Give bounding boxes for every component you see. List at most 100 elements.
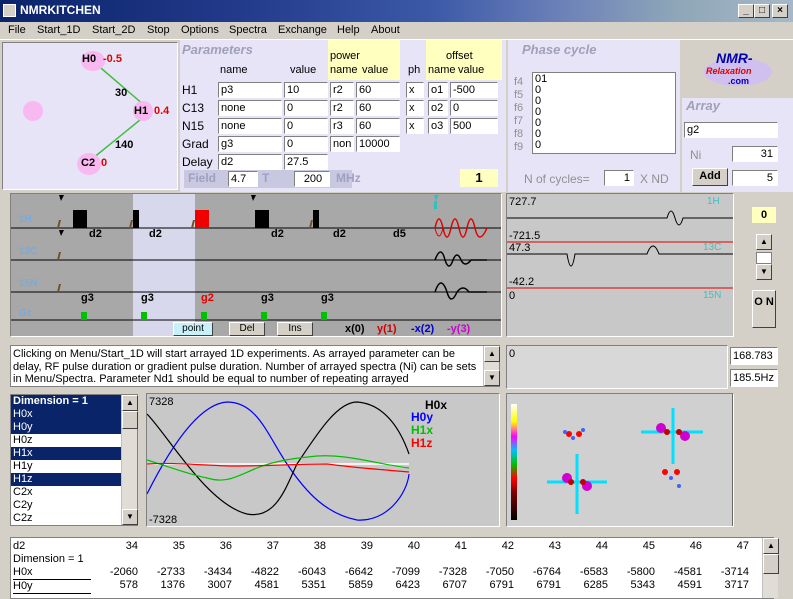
menu-help[interactable]: Help [337,24,360,36]
phase-cycle-textarea[interactable]: 01 0 0 0 0 0 0 [532,72,676,154]
insert-button[interactable]: Ins [277,322,313,336]
spin-down-button[interactable]: ▼ [756,264,772,280]
ncycles-field[interactable]: 1 [604,170,634,186]
c13-power-value-field[interactable]: 60 [356,100,400,116]
menu-exchange[interactable]: Exchange [278,24,327,36]
scroll-up-icon[interactable]: ▲ [122,395,138,411]
c13-offset-name-field[interactable]: o2 [428,100,448,116]
spin-up-button[interactable]: ▲ [756,234,772,250]
list-item[interactable]: H1z [11,473,137,486]
list-item[interactable]: C2x [11,486,137,499]
c13-name-field[interactable]: none [218,100,282,116]
h1-offset-name-field[interactable]: o1 [428,82,448,98]
info-scrollbar[interactable]: ▲ ▼ [483,346,500,386]
c13-value-field[interactable]: 0 [284,100,328,116]
list-item[interactable]: H0z [11,434,137,447]
point-button[interactable]: point [173,322,213,336]
field-value[interactable]: 4.7 [228,171,258,187]
h1-offset-value-field[interactable]: -500 [450,82,498,98]
list-scrollbar[interactable]: ▲ ▼ [121,395,138,525]
h1-power-name-field[interactable]: r2 [330,82,354,98]
array-param-field[interactable]: g2 [684,122,778,138]
delay-label[interactable]: d5 [393,228,406,240]
table-cell-h0x: -7328 [438,566,467,578]
scroll-thumb[interactable] [122,411,138,429]
h1-power-value-field[interactable]: 60 [356,82,400,98]
c13-offset-value-field[interactable]: 0 [450,100,498,116]
grad-power-value-field[interactable]: 10000 [356,136,400,152]
n15-name-field[interactable]: none [218,118,282,134]
spin-node-free[interactable] [23,101,43,121]
list-item[interactable]: H1x [11,447,137,460]
table-cell-h0x: -7050 [485,566,514,578]
gradient-label[interactable]: g2 [201,292,214,304]
spectra-zero-3: 0 [509,290,516,302]
n15-phase-field[interactable]: x [406,118,424,134]
h1-phase-field[interactable]: x [406,82,424,98]
h1-name-field[interactable]: p3 [218,82,282,98]
list-item[interactable]: H0x [11,408,137,421]
table-cell-h0y: 578 [119,579,138,591]
ni-field[interactable]: 31 [732,146,778,162]
table-cell-h0y: 5343 [630,579,655,591]
scroll-up-icon[interactable]: ▲ [484,346,500,362]
add-count-field[interactable]: 5 [732,170,778,186]
minimize-button[interactable]: _ [738,4,754,18]
table-cell-h0y: 6791 [536,579,561,591]
menu-options[interactable]: Options [181,24,219,36]
scroll-down-icon[interactable]: ▼ [122,509,138,525]
c13-power-name-field[interactable]: r2 [330,100,354,116]
delay-label[interactable]: d2 [89,228,102,240]
menu-start-1d[interactable]: Start_1D [37,24,80,36]
info-textbox[interactable]: Clicking on Menu/Start_1D will start arr… [10,345,500,387]
counter-display: 1 [460,169,498,187]
add-button[interactable]: Add [692,168,728,186]
gradient-label[interactable]: g3 [141,292,154,304]
gradient-label[interactable]: g3 [321,292,334,304]
spin-value[interactable] [756,252,772,264]
gradient-label[interactable]: g3 [81,292,94,304]
data-table: d2 Dimension = 1 H0x H0y 34 -2060 578 35 -… [10,537,774,599]
delay-label[interactable]: d2 [149,228,162,240]
c13-phase-field[interactable]: x [406,100,424,116]
menu-about[interactable]: About [371,24,400,36]
n15-value-field[interactable]: 0 [284,118,328,134]
h1-value-field[interactable]: 10 [284,82,328,98]
frequency-hz-field[interactable]: 185.5Hz [730,369,778,387]
scroll-down-icon[interactable]: ▼ [484,370,500,386]
spin-c2-label: C2 [81,157,96,169]
grad-value-field[interactable]: 0 [284,136,328,152]
delay-name-field[interactable]: d2 [218,154,282,170]
list-item[interactable]: C2y [11,499,137,512]
delay-label[interactable]: d2 [271,228,284,240]
delete-button[interactable]: Del [229,322,265,336]
list-item[interactable]: H0y [11,421,137,434]
list-item[interactable]: H1y [11,460,137,473]
menu-stop[interactable]: Stop [147,24,170,36]
n15-offset-name-field[interactable]: o3 [428,118,448,134]
frequency-field[interactable]: 168.783 [730,347,778,365]
grad-power-name-field[interactable]: non [330,136,354,152]
maximize-button[interactable]: □ [754,4,770,18]
menu-spectra[interactable]: Spectra [229,24,267,36]
dimension-listbox[interactable]: Dimension = 1 H0x H0y H0z H1x H1y H1z C2… [10,394,138,526]
n15-power-value-field[interactable]: 60 [356,118,400,134]
delay-value-field[interactable]: 27.5 [284,154,328,170]
n15-power-name-field[interactable]: r3 [330,118,354,134]
table-scrollbar[interactable]: ▲ [762,538,779,598]
list-item[interactable]: C2z [11,512,137,525]
scroll-thumb[interactable] [763,554,779,574]
list-item[interactable]: Dimension = 1 [11,395,137,408]
n15-offset-value-field[interactable]: 500 [450,118,498,134]
temperature-value[interactable]: 200 [294,171,330,187]
menu-file[interactable]: File [8,24,26,36]
close-button[interactable]: × [772,4,788,18]
on-button[interactable]: O N [752,290,776,328]
row-label-n15: N15 [182,119,205,133]
menu-start-2d[interactable]: Start_2D [92,24,135,36]
grad-name-field[interactable]: g3 [218,136,282,152]
delay-label[interactable]: d2 [333,228,346,240]
phase-label-f4: f4 [514,76,524,88]
gradient-label[interactable]: g3 [261,292,274,304]
scroll-up-icon[interactable]: ▲ [763,538,779,554]
